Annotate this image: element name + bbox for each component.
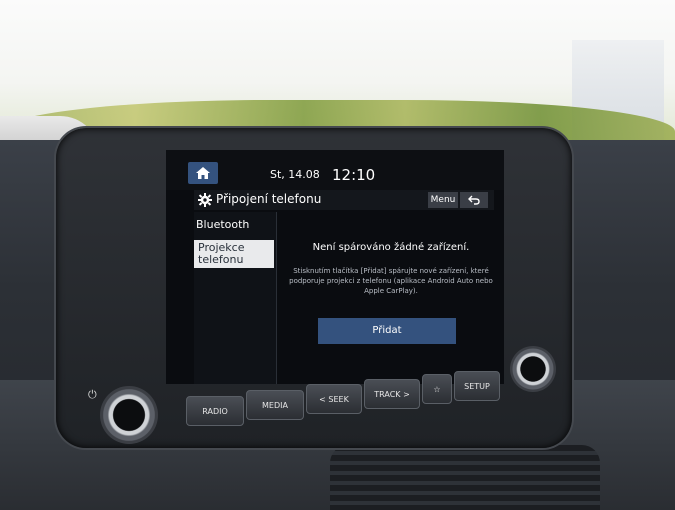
- page-title: Připojení telefonu: [216, 192, 322, 206]
- time-text: 12:10: [332, 166, 376, 184]
- gear-icon: [198, 193, 212, 207]
- status-bar: St, 14.08 12:10: [166, 150, 504, 190]
- sidebar: Bluetooth Projekce telefonu: [194, 212, 276, 384]
- air-vent: [330, 445, 600, 510]
- home-icon: [196, 167, 210, 179]
- hardware-buttons: RADIO MEDIA < SEEK TRACK > ☆ SETUP: [182, 368, 502, 426]
- volume-knob[interactable]: [100, 386, 158, 444]
- title-bar: Připojení telefonu Menu: [194, 190, 494, 210]
- infotainment-screen: St, 14.08 12:10 Připojení telefonu Menu: [166, 150, 504, 384]
- seek-button[interactable]: < SEEK: [306, 384, 362, 414]
- media-button[interactable]: MEDIA: [246, 390, 304, 420]
- back-arrow-icon: [468, 195, 480, 205]
- divider: [276, 212, 277, 384]
- sidebar-item-bluetooth[interactable]: Bluetooth: [194, 218, 276, 236]
- sidebar-item-phone-projection[interactable]: Projekce telefonu: [194, 240, 274, 268]
- add-button[interactable]: Přidat: [318, 318, 456, 344]
- message-title: Není spárováno žádné zařízení.: [312, 242, 470, 253]
- tune-knob[interactable]: [510, 346, 556, 392]
- track-button[interactable]: TRACK >: [364, 379, 420, 409]
- setup-button[interactable]: SETUP: [454, 371, 500, 401]
- menu-button[interactable]: Menu: [428, 192, 458, 208]
- date-text: St, 14.08: [270, 168, 320, 181]
- home-button[interactable]: [188, 162, 218, 184]
- favorite-button[interactable]: ☆: [422, 374, 452, 404]
- radio-button[interactable]: RADIO: [186, 396, 244, 426]
- back-button[interactable]: [460, 192, 488, 208]
- power-icon: ⏻: [88, 388, 97, 401]
- message-body: Stisknutím tlačítka [Přidat] spárujte no…: [289, 267, 493, 295]
